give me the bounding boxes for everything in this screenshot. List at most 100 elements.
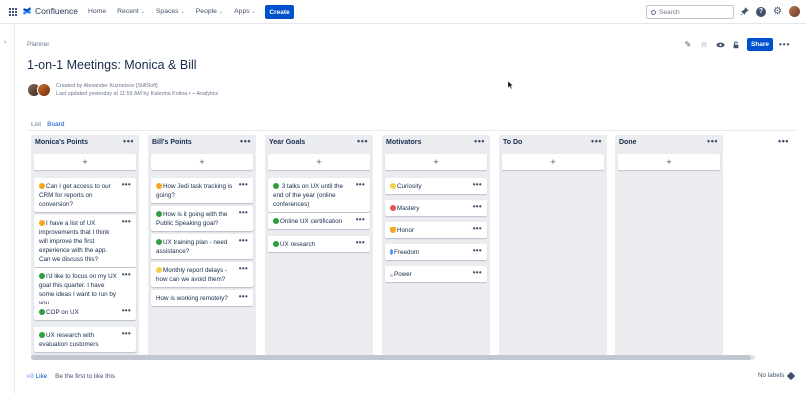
board-card[interactable]: How is it going with the Public Speaking… xyxy=(151,206,253,231)
more-actions-icon[interactable]: ••• xyxy=(779,40,790,49)
board-column-to-do: To Do ••• + xyxy=(499,135,607,357)
nav-spaces-label: Spaces xyxy=(155,8,179,15)
flag-emoji-icon xyxy=(390,248,393,255)
add-card-button[interactable]: + xyxy=(151,154,253,170)
star-icon[interactable]: ☆ xyxy=(699,40,709,50)
chevron-down-icon: ⌄ xyxy=(251,8,256,15)
search-input[interactable]: Search xyxy=(646,5,734,19)
card-more-icon[interactable]: ••• xyxy=(473,246,482,255)
board-card[interactable]: Curiosity ••• xyxy=(385,178,487,194)
card-more-icon[interactable]: ••• xyxy=(473,224,482,233)
search-placeholder: Search xyxy=(659,8,680,16)
board-card[interactable]: Can I get access to our CRM for reports … xyxy=(34,178,136,212)
last-updated-line: Last updated yesterday at 11:59 AM by Ka… xyxy=(56,90,218,98)
card-more-icon[interactable]: ••• xyxy=(473,202,482,211)
page-actions: ✎ ☆ Share ••• xyxy=(683,38,790,51)
confluence-logo[interactable]: Confluence xyxy=(22,6,78,16)
board-card[interactable]: Honor ••• xyxy=(385,222,487,238)
scrollbar-thumb[interactable] xyxy=(31,355,751,360)
settings-gear-icon[interactable]: ⚙ xyxy=(772,6,783,17)
last-updated-text[interactable]: Last updated yesterday at 11:59 AM by Ka… xyxy=(56,91,187,97)
chevron-down-icon: ⌄ xyxy=(218,8,224,15)
board-card[interactable]: I have a list of UX improvements that I … xyxy=(34,215,136,267)
add-card-button[interactable]: + xyxy=(618,154,720,170)
column-more-icon[interactable]: ••• xyxy=(707,136,718,146)
add-card-button[interactable]: + xyxy=(385,154,487,170)
card-more-icon[interactable]: ••• xyxy=(356,180,365,189)
created-by-text: Created by Alexander Kuznetsov [StiltSof… xyxy=(56,83,158,89)
board-card[interactable]: Monthly report delays - how can we avoid… xyxy=(151,262,253,287)
add-card-button[interactable]: + xyxy=(34,154,136,170)
card-more-icon[interactable]: ••• xyxy=(473,268,482,277)
card-more-icon[interactable]: ••• xyxy=(239,264,248,273)
nav-home[interactable]: Home xyxy=(88,8,106,15)
column-more-icon[interactable]: ••• xyxy=(474,136,485,146)
green-circle-emoji-icon xyxy=(273,182,279,189)
like-label: Like xyxy=(35,372,48,380)
share-button[interactable]: Share xyxy=(747,38,773,51)
board-horizontal-scrollbar[interactable] xyxy=(31,355,755,360)
board-card[interactable]: UX research ••• xyxy=(268,236,370,252)
notifications-icon[interactable] xyxy=(739,6,750,17)
column-more-icon[interactable]: ••• xyxy=(240,136,251,146)
card-more-icon[interactable]: ••• xyxy=(122,270,131,279)
page-title: 1-on-1 Meetings: Monica & Bill xyxy=(27,58,197,72)
expand-sidebar-chevron-icon[interactable]: › xyxy=(4,39,12,49)
column-more-icon[interactable]: ••• xyxy=(591,136,602,146)
edit-pencil-icon[interactable]: ✎ xyxy=(683,40,693,50)
add-card-button[interactable]: + xyxy=(268,154,370,170)
card-text: Power xyxy=(394,271,412,278)
board-card[interactable]: UX research with evaluation customers ••• xyxy=(34,327,136,352)
board-card[interactable]: UX training plan - need assistance? ••• xyxy=(151,234,253,259)
nav-apps[interactable]: Apps ⌄ xyxy=(234,8,256,15)
labels-text: No labels xyxy=(758,372,785,379)
board-column-monicas-points: Monica's Points ••• + Can I get access t… xyxy=(31,135,139,357)
app-switcher-icon[interactable] xyxy=(9,8,17,16)
board-card[interactable]: How Jedi task tracking is going? ••• xyxy=(151,178,253,203)
board-column-motivators: Motivators ••• + Curiosity ••• Mastery •••… xyxy=(382,135,490,357)
nav-spaces[interactable]: Spaces ⌄ xyxy=(156,8,185,15)
board-card[interactable]: Online UX certification ••• xyxy=(268,213,370,229)
card-more-icon[interactable]: ••• xyxy=(473,180,482,189)
like-button[interactable]: 👍︎ Like xyxy=(27,372,48,381)
user-avatar[interactable] xyxy=(789,6,800,17)
add-card-button[interactable]: + xyxy=(502,154,604,170)
column-more-icon[interactable]: ••• xyxy=(357,136,368,146)
analytics-link[interactable]: Analytics xyxy=(197,91,219,97)
analytics-icon: ⌁ xyxy=(192,91,196,97)
card-more-icon[interactable]: ••• xyxy=(356,215,365,224)
card-more-icon[interactable]: ••• xyxy=(239,292,248,301)
search-icon xyxy=(651,9,656,15)
board-more-icon[interactable]: ••• xyxy=(778,136,789,146)
board-card[interactable]: Mastery ••• xyxy=(385,200,487,216)
create-button[interactable]: Create xyxy=(265,5,294,19)
card-more-icon[interactable]: ••• xyxy=(122,217,131,226)
restrictions-lock-icon[interactable] xyxy=(731,40,741,50)
card-text: Curiosity xyxy=(397,183,422,190)
column-more-icon[interactable]: ••• xyxy=(123,136,134,146)
board-card[interactable]: Freedom ••• xyxy=(385,244,487,260)
breadcrumb[interactable]: Planner xyxy=(27,41,49,48)
card-more-icon[interactable]: ••• xyxy=(239,208,248,217)
board-card[interactable]: Power ••• xyxy=(385,266,487,282)
card-more-icon[interactable]: ••• xyxy=(122,329,131,338)
labels-area[interactable]: No labels xyxy=(758,371,796,380)
board-card[interactable]: 3 talks on UX until the end of the year … xyxy=(268,178,370,212)
card-text: Freedom xyxy=(394,249,420,256)
green-circle-emoji-icon xyxy=(39,272,45,279)
card-more-icon[interactable]: ••• xyxy=(239,180,248,189)
board-card[interactable]: COP on UX ••• xyxy=(34,304,136,320)
card-more-icon[interactable]: ••• xyxy=(122,306,131,315)
watch-eye-icon[interactable] xyxy=(715,40,725,50)
nav-people[interactable]: People ⌄ xyxy=(196,8,223,15)
card-text: I have a list of UX improvements that I … xyxy=(39,220,110,263)
card-more-icon[interactable]: ••• xyxy=(356,238,365,247)
help-icon[interactable]: ? xyxy=(756,6,766,17)
nav-home-label: Home xyxy=(88,8,107,15)
board-column-done: Done ••• + xyxy=(615,135,723,357)
nav-recent[interactable]: Recent ⌄ xyxy=(117,8,145,15)
contributor-avatars[interactable] xyxy=(27,83,51,97)
board-card[interactable]: How is working remotely? ••• xyxy=(151,290,253,306)
card-more-icon[interactable]: ••• xyxy=(122,180,131,189)
card-more-icon[interactable]: ••• xyxy=(239,236,248,245)
